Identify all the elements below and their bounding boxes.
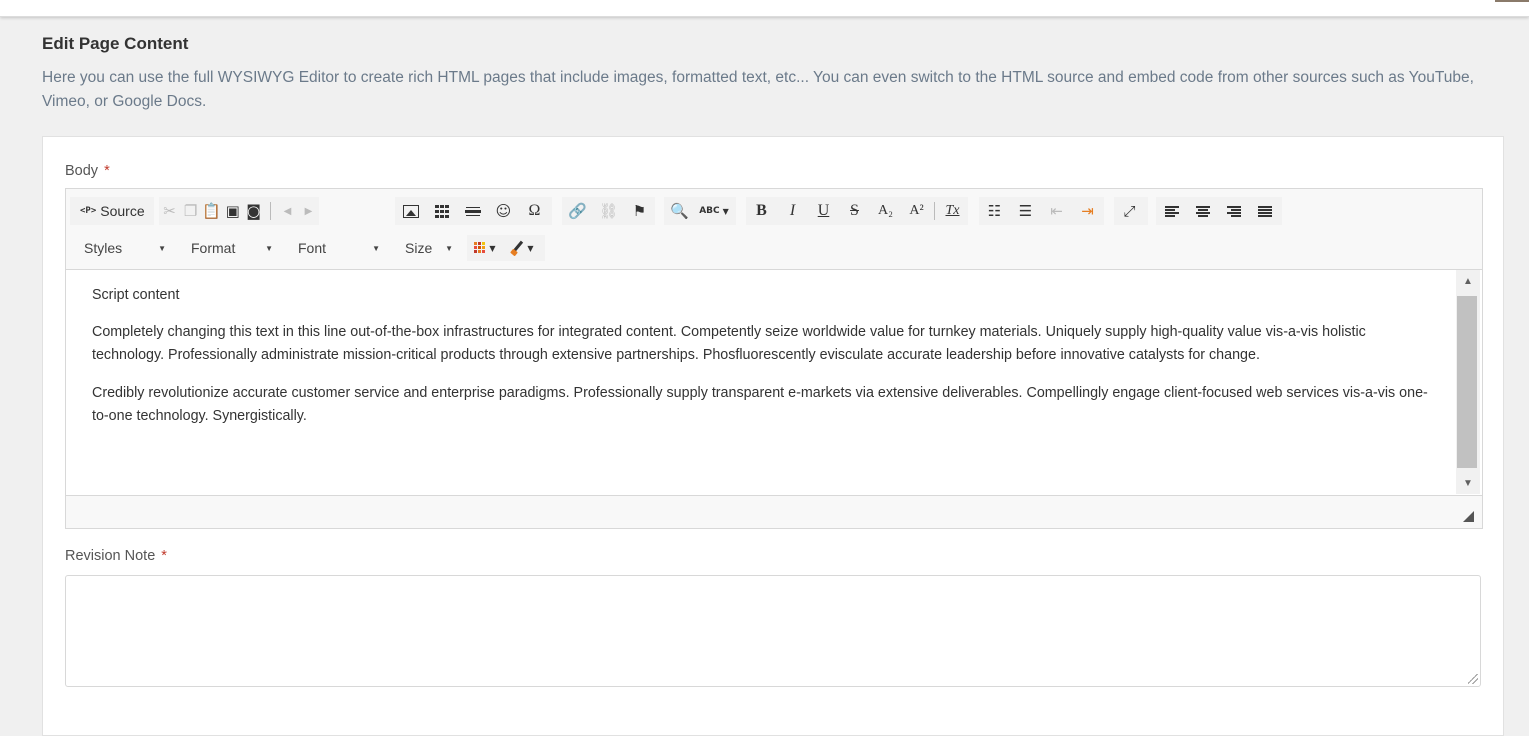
chevron-down-icon: ▼ [158,243,166,253]
toolbar-group-editing: 🔍 ABC ▼ [664,197,736,225]
source-icon: <P> [80,206,97,216]
italic-button[interactable]: I [777,197,808,225]
horizontal-line-icon[interactable] [457,197,488,225]
avatar[interactable] [1495,0,1529,2]
paste-text-icon[interactable]: ▣ [222,197,243,225]
image-icon[interactable] [395,197,426,225]
chevron-down-icon: ▼ [527,243,534,253]
font-dropdown[interactable]: Font ▼ [298,235,380,261]
wysiwyg-editor: <P> Source ✂ ❐ 📋 ▣ ◙ ◀ ▶ ☺ Ω 🔗 ⛓ ⚑ 🔍 ABC… [65,188,1483,529]
numbered-list-icon[interactable]: ☷ [979,197,1010,225]
align-justify-icon[interactable] [1249,197,1280,225]
scroll-up-arrow-icon[interactable]: ▲ [1456,270,1480,292]
underline-button[interactable]: U [808,197,839,225]
chevron-down-icon: ▼ [445,243,453,253]
styles-dropdown-label: Styles [84,240,123,256]
toolbar-group-align [1156,197,1282,225]
spellcheck-icon[interactable]: ABC ▼ [695,197,733,225]
font-dropdown-label: Font [298,240,327,256]
align-left-icon[interactable] [1156,197,1187,225]
source-button[interactable]: <P> Source [70,197,155,225]
find-icon[interactable]: 🔍 [664,197,695,225]
editor-scrollbar[interactable]: ▲ ▼ [1456,270,1480,494]
source-label: Source [100,203,145,219]
toolbar-separator [934,202,935,220]
content-paragraph: Completely changing this text in this li… [92,324,1366,363]
superscript-button[interactable]: A² [901,197,932,225]
toolbar-group-colors: ▼ ▼ [467,235,545,261]
link-icon[interactable]: 🔗 [562,197,593,225]
edit-form-card: Body * <P> Source ✂ ❐ 📋 ▣ ◙ ◀ ▶ ☺ Ω 🔗 ⛓ … [42,136,1504,736]
background-color-button[interactable]: ▼ [503,234,541,262]
toolbar-separator [270,202,271,220]
maximize-icon[interactable]: ⤢ [1114,197,1145,225]
editor-statusbar [66,495,1482,528]
body-label-text: Body [65,163,99,179]
chevron-down-icon: ▼ [489,243,496,253]
table-icon[interactable] [426,197,457,225]
align-right-icon[interactable] [1218,197,1249,225]
revision-note-label: Revision Note * [65,548,167,564]
content-paragraph: Credibly revolutionize accurate customer… [92,385,1428,424]
toolbar-group-basicstyles: B I U S A₂ A² Tx [746,197,968,225]
content-paragraph: Script content [92,287,180,303]
size-dropdown[interactable]: Size ▼ [405,235,453,261]
required-mark: * [104,163,110,179]
bulleted-list-icon[interactable]: ☰ [1010,197,1041,225]
format-dropdown[interactable]: Format ▼ [191,235,273,261]
chevron-down-icon: ▼ [372,243,380,253]
special-char-icon[interactable]: Ω [519,197,550,225]
undo-icon[interactable]: ◀ [277,197,298,225]
redo-icon[interactable]: ▶ [298,197,319,225]
page-description: Here you can use the full WYSIWYG Editor… [42,69,1474,110]
spellcheck-label: ABC [699,206,720,216]
text-color-icon [474,242,487,254]
required-mark: * [161,548,167,564]
size-dropdown-label: Size [405,240,433,256]
body-label: Body * [65,163,110,179]
top-navbar [0,0,1529,17]
indent-icon[interactable]: ⇥ [1072,197,1103,225]
format-dropdown-label: Format [191,240,236,256]
resize-handle-icon[interactable] [1463,511,1474,522]
toolbar-group-insert: ☺ Ω [395,197,552,225]
paste-from-word-icon[interactable]: ◙ [243,197,264,225]
text-color-button[interactable]: ▼ [467,234,503,262]
remove-format-label: Tx [945,203,960,218]
toolbar-group-tools: ⤢ [1114,197,1148,225]
bold-button[interactable]: B [746,197,777,225]
unlink-icon[interactable]: ⛓ [593,197,624,225]
chevron-down-icon: ▼ [265,243,273,253]
subscript-button[interactable]: A₂ [870,197,901,225]
remove-format-button[interactable]: Tx [937,197,968,225]
strike-button[interactable]: S [839,197,870,225]
outdent-icon[interactable]: ⇤ [1041,197,1072,225]
copy-icon[interactable]: ❐ [180,197,201,225]
cut-icon[interactable]: ✂ [159,197,180,225]
revision-note-label-text: Revision Note [65,548,156,564]
paintbrush-icon [510,241,524,255]
page-title: Edit Page Content [42,34,189,53]
styles-dropdown[interactable]: Styles ▼ [84,235,166,261]
toolbar-group-links: 🔗 ⛓ ⚑ [562,197,655,225]
scroll-down-arrow-icon[interactable]: ▼ [1456,472,1480,494]
align-center-icon[interactable] [1187,197,1218,225]
scrollbar-thumb[interactable] [1457,296,1477,468]
textarea-resize-icon[interactable] [1468,674,1478,684]
toolbar-group-paragraph: ☷ ☰ ⇤ ⇥ [979,197,1104,225]
toolbar-group-clipboard: ✂ ❐ 📋 ▣ ◙ ◀ ▶ [159,197,319,225]
paste-icon[interactable]: 📋 [201,197,222,225]
smiley-icon[interactable]: ☺ [488,197,519,225]
editor-content-area[interactable]: Script content Completely changing this … [66,270,1456,495]
toolbar-group-document: <P> Source [70,197,154,225]
revision-note-textarea[interactable] [65,575,1481,687]
anchor-flag-icon[interactable]: ⚑ [624,197,655,225]
editor-toolbar: <P> Source ✂ ❐ 📋 ▣ ◙ ◀ ▶ ☺ Ω 🔗 ⛓ ⚑ 🔍 ABC… [66,189,1482,270]
